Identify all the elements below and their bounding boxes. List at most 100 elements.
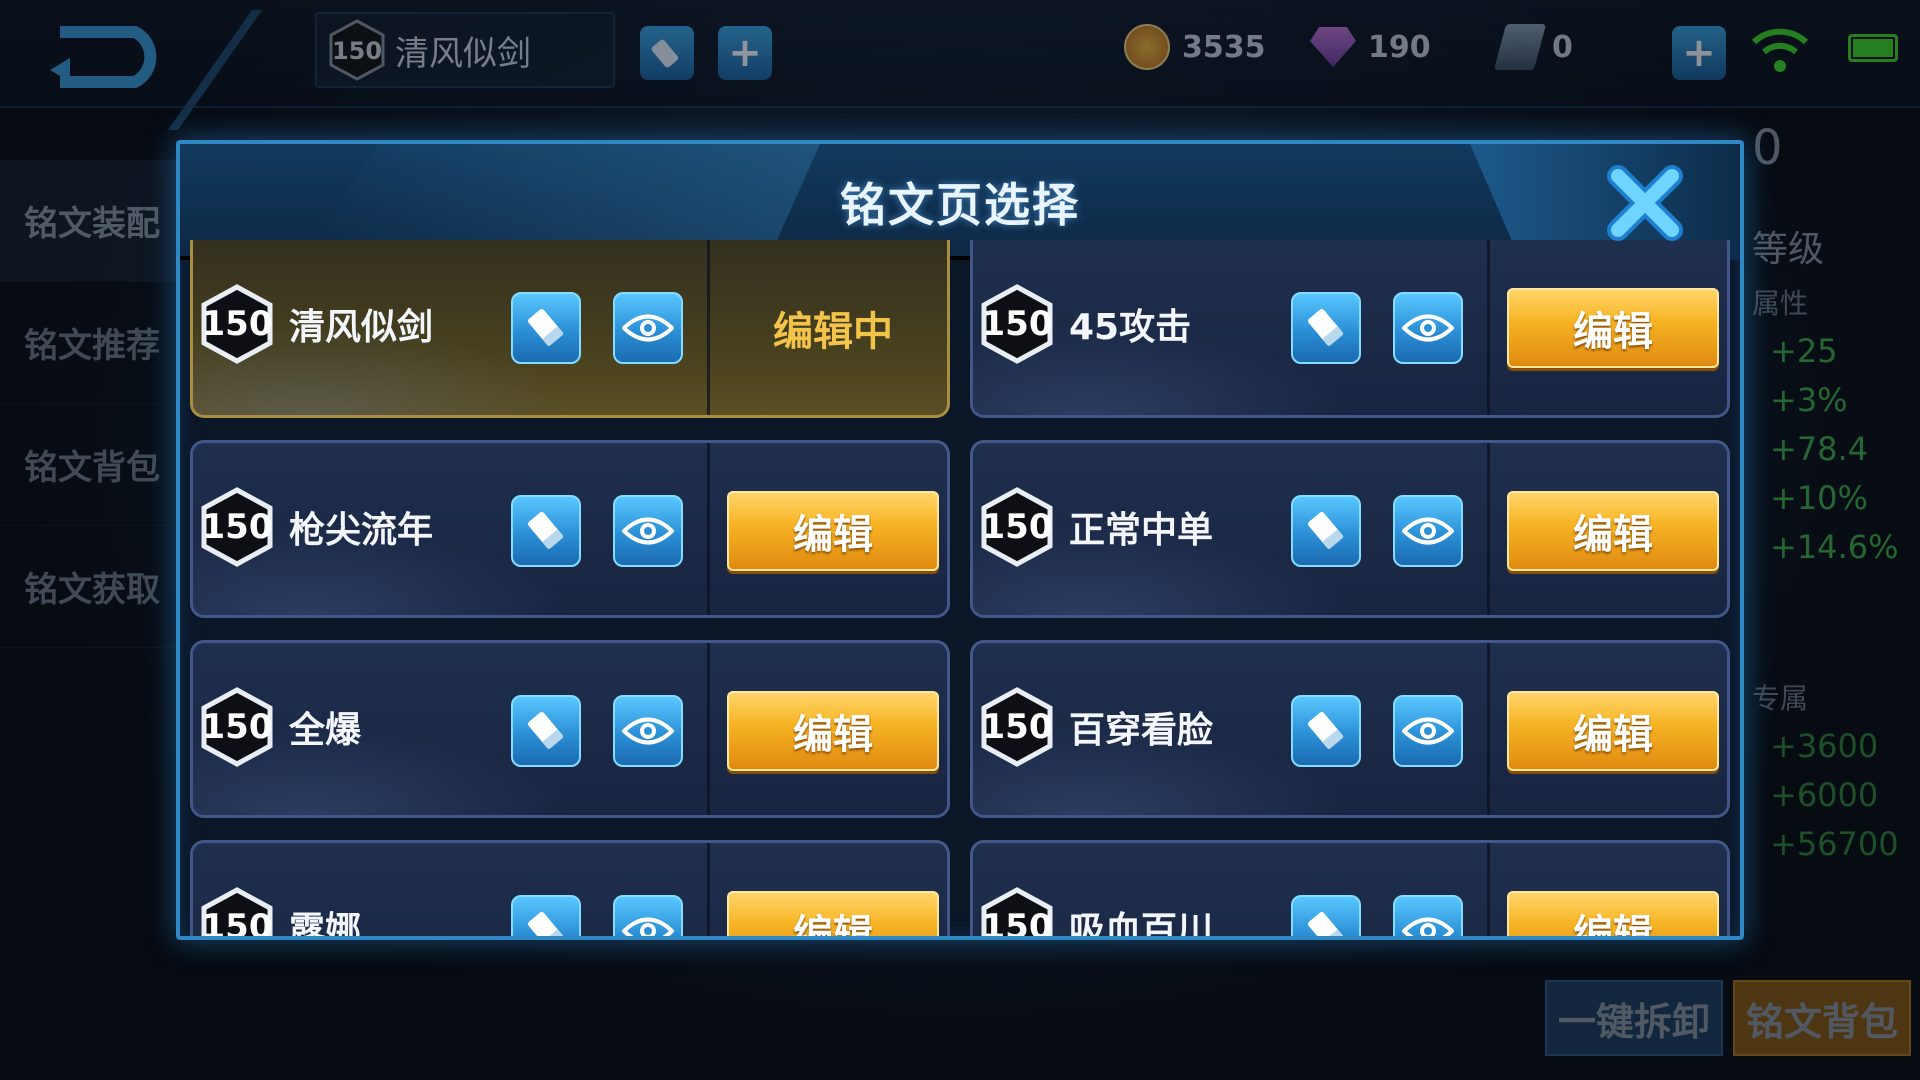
rename-page-button[interactable]	[1291, 495, 1361, 567]
page-level: 150	[981, 507, 1053, 547]
plus-icon: +	[1682, 30, 1716, 76]
rune-screen: 150 清风似剑 + 3535 190 0 + 铭文装配 铭文推荐 铭文背包 铭…	[0, 0, 1920, 1080]
recharge-button[interactable]: +	[1672, 26, 1726, 80]
editing-status: 编辑中	[773, 309, 893, 355]
eraser-icon	[527, 912, 564, 936]
plus-icon: +	[728, 30, 762, 76]
page-level: 150	[201, 907, 273, 940]
ticket-amount: 0	[1552, 29, 1573, 65]
battery-icon	[1848, 34, 1898, 62]
unload-all-button[interactable]: 一键拆卸	[1545, 980, 1723, 1056]
card-divider	[1487, 643, 1490, 815]
rune-page-card[interactable]: 150 清风似剑 编辑中	[190, 240, 950, 418]
edit-page-button[interactable]: 编辑	[727, 891, 939, 936]
eye-icon	[622, 717, 674, 745]
wifi-icon	[1751, 28, 1809, 72]
gold-coin-icon	[1124, 24, 1170, 70]
level-hexagon-icon: 150	[329, 19, 385, 81]
rune-page-card[interactable]: 150 45攻击 编辑	[970, 240, 1730, 418]
eye-icon	[1402, 314, 1454, 342]
add-page-button[interactable]: +	[718, 26, 772, 80]
stat-value: +10%	[1770, 479, 1868, 517]
rune-page-card[interactable]: 150 露娜 编辑	[190, 840, 950, 940]
current-page-level: 150	[332, 37, 382, 65]
exclusive-stat-value: +6000	[1770, 776, 1879, 814]
preview-page-button[interactable]	[1393, 895, 1463, 936]
eraser-icon	[1307, 712, 1344, 749]
card-divider	[707, 643, 710, 815]
card-divider	[707, 443, 710, 615]
preview-page-button[interactable]	[1393, 292, 1463, 364]
eye-icon	[1402, 717, 1454, 745]
top-bar: 150 清风似剑 + 3535 190 0 +	[0, 0, 1920, 130]
rune-page-card[interactable]: 150 枪尖流年 编辑	[190, 440, 950, 618]
rename-page-button[interactable]	[640, 26, 694, 80]
level-hexagon-icon: 150	[201, 687, 273, 767]
eraser-icon	[1307, 512, 1344, 549]
edit-page-button[interactable]: 编辑	[727, 691, 939, 771]
level-label: 等级	[1752, 229, 1825, 270]
rename-page-button[interactable]	[511, 292, 581, 364]
page-name: 露娜	[289, 910, 362, 940]
preview-page-button[interactable]	[613, 895, 683, 936]
page-level: 150	[981, 907, 1053, 940]
eye-icon	[622, 517, 674, 545]
card-divider	[1487, 443, 1490, 615]
rune-page-select-dialog: 铭文页选择 150 清风似剑 编辑中 150 45攻击 编辑 150 枪尖流年 编辑 150 正常中…	[176, 140, 1744, 940]
eraser-icon	[527, 712, 564, 749]
rename-page-button[interactable]	[511, 695, 581, 767]
eraser-icon	[527, 512, 564, 549]
level-hexagon-icon: 150	[201, 487, 273, 567]
eye-icon	[1402, 917, 1454, 936]
current-page-display[interactable]: 150 清风似剑	[315, 12, 615, 88]
rename-page-button[interactable]	[1291, 695, 1361, 767]
rename-page-button[interactable]	[511, 895, 581, 936]
page-name: 全爆	[289, 710, 362, 751]
sidebar-item-rune-equip[interactable]: 铭文装配	[0, 160, 180, 282]
rune-page-grid: 150 清风似剑 编辑中 150 45攻击 编辑 150 枪尖流年 编辑 150 正常中单 编辑 150…	[190, 240, 1738, 940]
attribute-panel: 0 等级 属性 +25 +3% +78.4 +10% +14.6% 专属 +36…	[1740, 120, 1920, 874]
level-hexagon-icon: 150	[201, 284, 273, 364]
sidebar-item-rune-obtain[interactable]: 铭文获取	[0, 526, 180, 648]
rune-page-card[interactable]: 150 吸血百川 编辑	[970, 840, 1730, 940]
sidebar-item-rune-bag[interactable]: 铭文背包	[0, 404, 180, 526]
back-arrow-icon[interactable]	[40, 22, 170, 92]
rune-page-card[interactable]: 150 正常中单 编辑	[970, 440, 1730, 618]
preview-page-button[interactable]	[613, 695, 683, 767]
rune-page-card[interactable]: 150 全爆 编辑	[190, 640, 950, 818]
close-icon[interactable]	[1600, 158, 1690, 248]
edit-page-button[interactable]: 编辑	[1507, 691, 1719, 771]
rename-page-button[interactable]	[1291, 292, 1361, 364]
rune-bag-button[interactable]: 铭文背包	[1733, 980, 1911, 1056]
page-name: 正常中单	[1069, 510, 1214, 551]
card-divider	[707, 240, 710, 415]
diamond-amount: 190	[1368, 29, 1431, 65]
level-digit: 0	[1752, 120, 1783, 176]
edit-page-button[interactable]: 编辑	[1507, 491, 1719, 571]
preview-page-button[interactable]	[1393, 695, 1463, 767]
rune-page-card[interactable]: 150 百穿看脸 编辑	[970, 640, 1730, 818]
attribute-label: 属性	[1752, 287, 1809, 320]
page-name: 枪尖流年	[289, 510, 434, 551]
edit-page-button[interactable]: 编辑	[1507, 288, 1719, 368]
preview-page-button[interactable]	[1393, 495, 1463, 567]
page-level: 150	[201, 507, 273, 547]
preview-page-button[interactable]	[613, 292, 683, 364]
stat-value: +3%	[1770, 381, 1848, 419]
sidebar-item-rune-recommend[interactable]: 铭文推荐	[0, 282, 180, 404]
preview-page-button[interactable]	[613, 495, 683, 567]
rename-page-button[interactable]	[1291, 895, 1361, 936]
level-hexagon-icon: 150	[981, 887, 1053, 940]
rename-page-button[interactable]	[511, 495, 581, 567]
diamond-currency: 190	[1310, 22, 1431, 72]
page-name: 百穿看脸	[1069, 710, 1214, 751]
current-page-name: 清风似剑	[395, 33, 531, 74]
edit-page-button[interactable]: 编辑	[1507, 891, 1719, 936]
card-divider	[707, 843, 710, 936]
page-name: 45攻击	[1069, 307, 1192, 348]
card-divider	[1487, 240, 1490, 415]
eye-icon	[1402, 517, 1454, 545]
exclusive-label: 专属	[1752, 682, 1809, 715]
edit-page-button[interactable]: 编辑	[727, 491, 939, 571]
eye-icon	[622, 314, 674, 342]
